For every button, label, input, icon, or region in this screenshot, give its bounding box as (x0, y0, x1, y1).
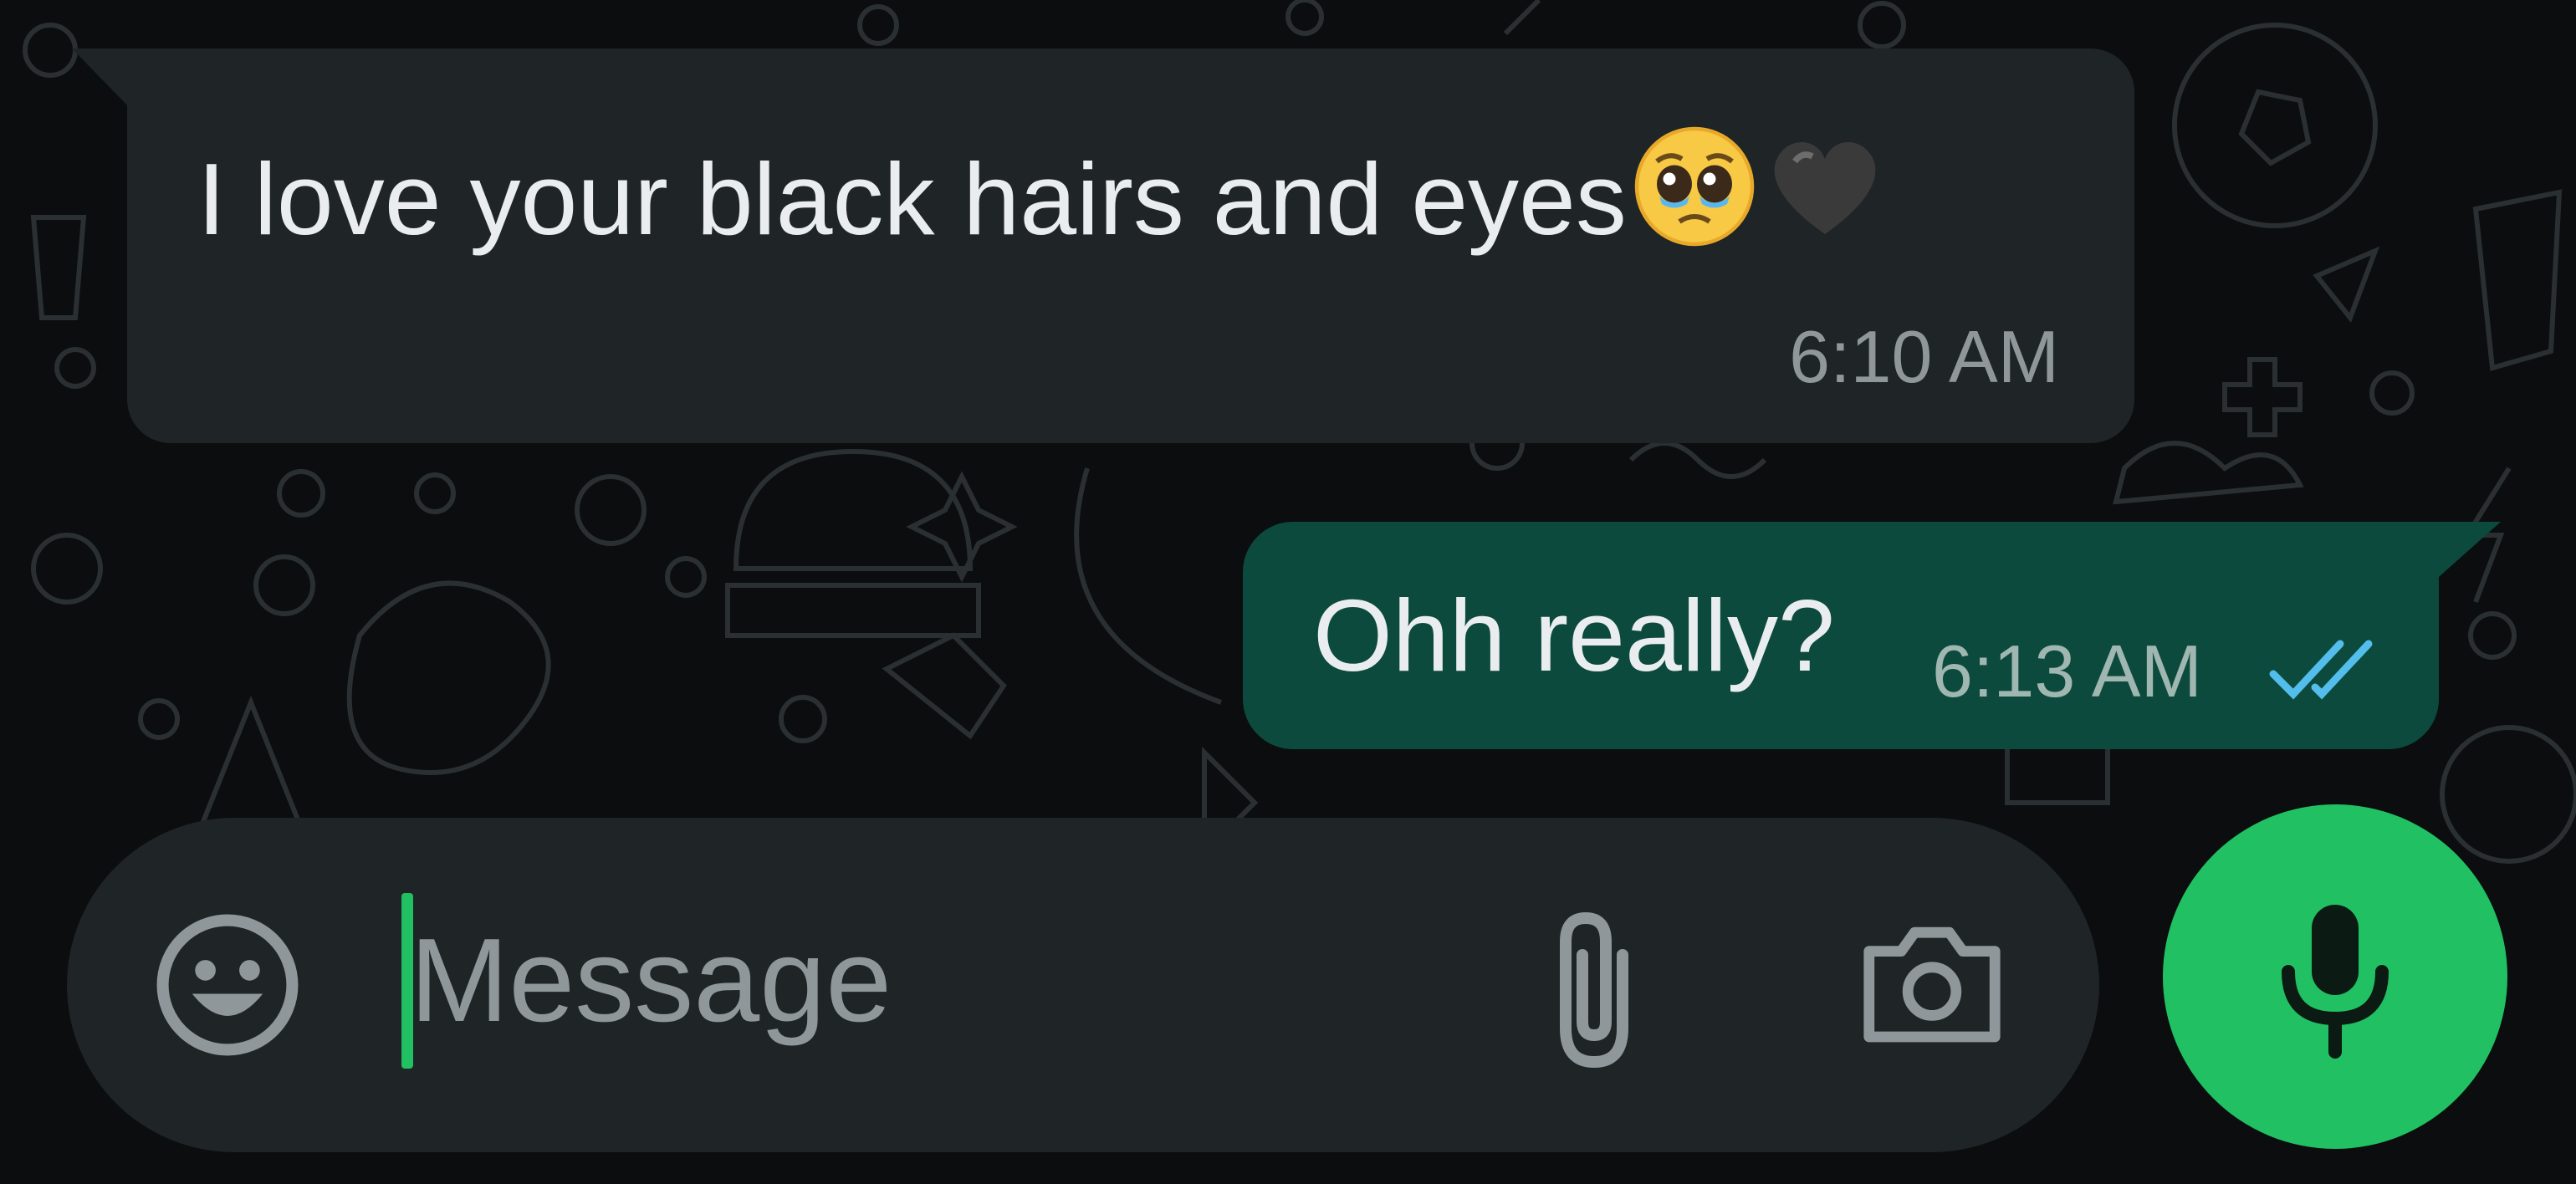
emoji-icon[interactable] (154, 911, 301, 1059)
incoming-message-bubble[interactable]: I love your black hairs and eyes 6:10 AM (127, 48, 2134, 443)
incoming-message-text: I love your black hairs and eyes (197, 124, 1888, 258)
attach-icon[interactable] (1536, 905, 1653, 1072)
black-heart-emoji-icon (1774, 141, 1876, 234)
incoming-message-body: I love your black hairs and eyes (197, 142, 1627, 256)
pleading-face-with-tears-emoji-icon (1634, 126, 1755, 247)
chat-screen: I love your black hairs and eyes 6:10 AM… (0, 0, 2576, 1184)
read-receipt-double-tick-icon (2269, 640, 2373, 700)
incoming-bubble-tail (72, 48, 130, 109)
message-composer (67, 818, 2099, 1152)
outgoing-message-bubble[interactable]: Ohh really? 6:13 AM (1243, 522, 2439, 749)
outgoing-message-time: 6:13 AM (1932, 630, 2202, 712)
microphone-icon (2282, 905, 2389, 1059)
message-input[interactable] (410, 876, 1497, 1085)
incoming-message-time: 6:10 AM (1789, 315, 2059, 398)
outgoing-message-text: Ohh really? (1313, 579, 1835, 692)
voice-message-button[interactable] (2163, 804, 2507, 1149)
camera-icon[interactable] (1857, 916, 2007, 1050)
outgoing-bubble-tail (2439, 522, 2501, 577)
